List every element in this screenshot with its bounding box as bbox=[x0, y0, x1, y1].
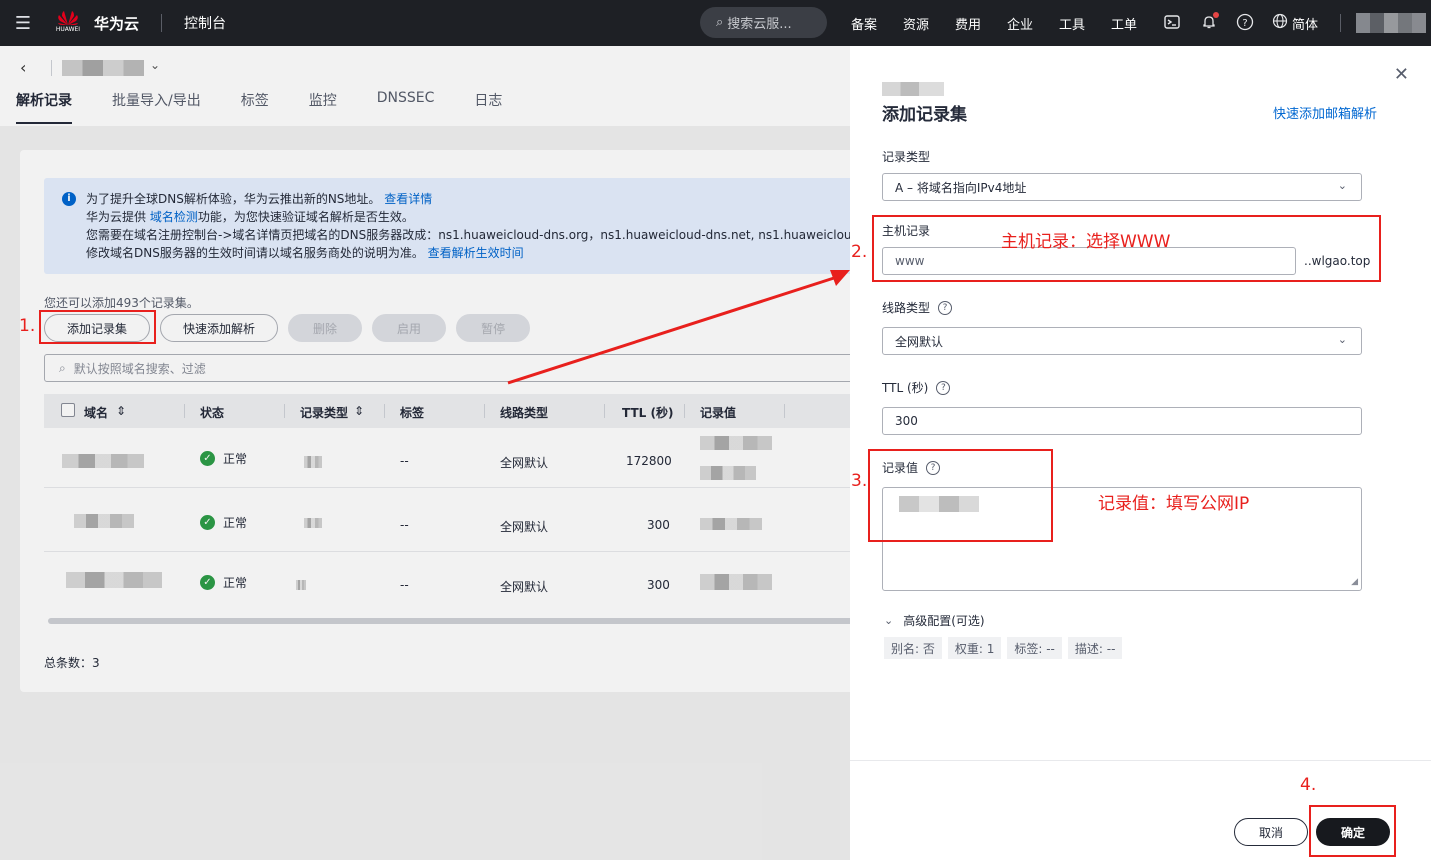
nav-resources[interactable]: 资源 bbox=[903, 0, 929, 46]
advanced-toggle[interactable]: ⌄ 高级配置(可选) bbox=[884, 612, 985, 629]
svg-text:?: ? bbox=[1242, 18, 1247, 29]
chevron-down-icon: ⌄ bbox=[1337, 179, 1347, 192]
weight-tag: 权重: 1 bbox=[947, 637, 1002, 659]
ttl-input-value: 300 bbox=[895, 414, 918, 428]
nav-tickets[interactable]: 工单 bbox=[1111, 0, 1137, 46]
ttl-input[interactable]: 300 bbox=[882, 407, 1362, 435]
line-label-text: 线路类型 bbox=[882, 301, 931, 315]
console-link[interactable]: 控制台 bbox=[184, 13, 226, 33]
drawer-subtitle-blurred bbox=[882, 82, 944, 96]
label-tag: 标签: -- bbox=[1007, 637, 1062, 659]
annotation-box-value bbox=[868, 449, 1053, 542]
globe-icon bbox=[1272, 13, 1288, 33]
top-bar: ☰ HUAWEI 华为云 控制台 ⌕ 搜索云服... 备案 资源 费用 企业 工… bbox=[0, 0, 1431, 46]
record-list-page: ‹ ⌄ 解析记录 批量导入/导出 标签 监控 DNSSEC 日志 i 为了提升全… bbox=[0, 46, 915, 860]
ttl-label: TTL (秒)? bbox=[882, 379, 951, 396]
brand-name: 华为云 bbox=[94, 14, 140, 33]
global-search[interactable]: ⌕ 搜索云服... bbox=[700, 7, 827, 38]
help-icon[interactable]: ? bbox=[936, 380, 951, 395]
type-label: 记录类型 bbox=[882, 148, 930, 165]
annotation-host-note: 主机记录：选择WWW bbox=[1001, 232, 1171, 252]
global-search-placeholder: 搜索云服... bbox=[727, 17, 792, 32]
record-type-value: A – 将域名指向IPv4地址 bbox=[895, 180, 1027, 195]
chevron-down-icon: ⌄ bbox=[884, 614, 894, 627]
alias-tag: 别名: 否 bbox=[884, 637, 942, 659]
close-icon[interactable]: ✕ bbox=[1394, 64, 1409, 85]
divider bbox=[850, 760, 1431, 761]
nav-tools[interactable]: 工具 bbox=[1059, 0, 1085, 46]
annotation-step2: 2. bbox=[851, 242, 868, 262]
divider bbox=[161, 14, 163, 32]
advanced-summary: 别名: 否 权重: 1 标签: -- 描述: -- bbox=[884, 637, 1128, 659]
language-switch[interactable]: 简体 bbox=[1272, 0, 1318, 46]
bell-icon[interactable] bbox=[1199, 12, 1219, 32]
resize-handle-icon[interactable]: ◢ bbox=[1351, 577, 1358, 587]
annotation-box-confirm bbox=[1309, 805, 1396, 857]
search-icon: ⌕ bbox=[716, 15, 724, 30]
quick-mail-link[interactable]: 快速添加邮箱解析 bbox=[1273, 103, 1377, 122]
language-label: 简体 bbox=[1292, 17, 1319, 33]
divider bbox=[1340, 14, 1341, 32]
huawei-logo-icon: HUAWEI bbox=[54, 10, 82, 36]
line-type-value: 全网默认 bbox=[895, 334, 944, 349]
annotation-box-add bbox=[39, 310, 156, 344]
nav-enterprise[interactable]: 企业 bbox=[1007, 0, 1033, 46]
line-type-select[interactable]: 全网默认 ⌄ bbox=[882, 327, 1362, 355]
notification-dot bbox=[1213, 12, 1219, 18]
cancel-button[interactable]: 取消 bbox=[1234, 818, 1308, 846]
advanced-label: 高级配置(可选) bbox=[903, 614, 985, 628]
menu-icon[interactable]: ☰ bbox=[0, 0, 46, 46]
nav-billing[interactable]: 费用 bbox=[955, 0, 981, 46]
type-label-text: 记录类型 bbox=[882, 150, 931, 164]
overlay-mask[interactable] bbox=[0, 46, 850, 860]
annotation-step4: 4. bbox=[1300, 775, 1317, 795]
description-tag: 描述: -- bbox=[1067, 637, 1123, 659]
annotation-step1: 1. bbox=[19, 316, 36, 336]
nav-beian[interactable]: 备案 bbox=[851, 0, 877, 46]
logo-small-text: HUAWEI bbox=[55, 26, 81, 33]
line-label: 线路类型? bbox=[882, 299, 953, 316]
chevron-down-icon: ⌄ bbox=[1337, 333, 1347, 346]
account-name-blurred[interactable] bbox=[1356, 13, 1426, 33]
help-icon[interactable]: ? bbox=[938, 300, 953, 315]
annotation-step3: 3. bbox=[851, 471, 868, 491]
ttl-label-text: TTL (秒) bbox=[882, 381, 929, 395]
terminal-icon[interactable] bbox=[1162, 12, 1182, 32]
annotation-value-note: 记录值：填写公网IP bbox=[1098, 494, 1250, 514]
help-icon[interactable]: ? bbox=[1235, 12, 1255, 32]
huawei-logo[interactable]: HUAWEI 华为云 bbox=[54, 10, 139, 36]
drawer-title: 添加记录集 bbox=[882, 105, 967, 125]
record-type-select[interactable]: A – 将域名指向IPv4地址 ⌄ bbox=[882, 173, 1362, 201]
